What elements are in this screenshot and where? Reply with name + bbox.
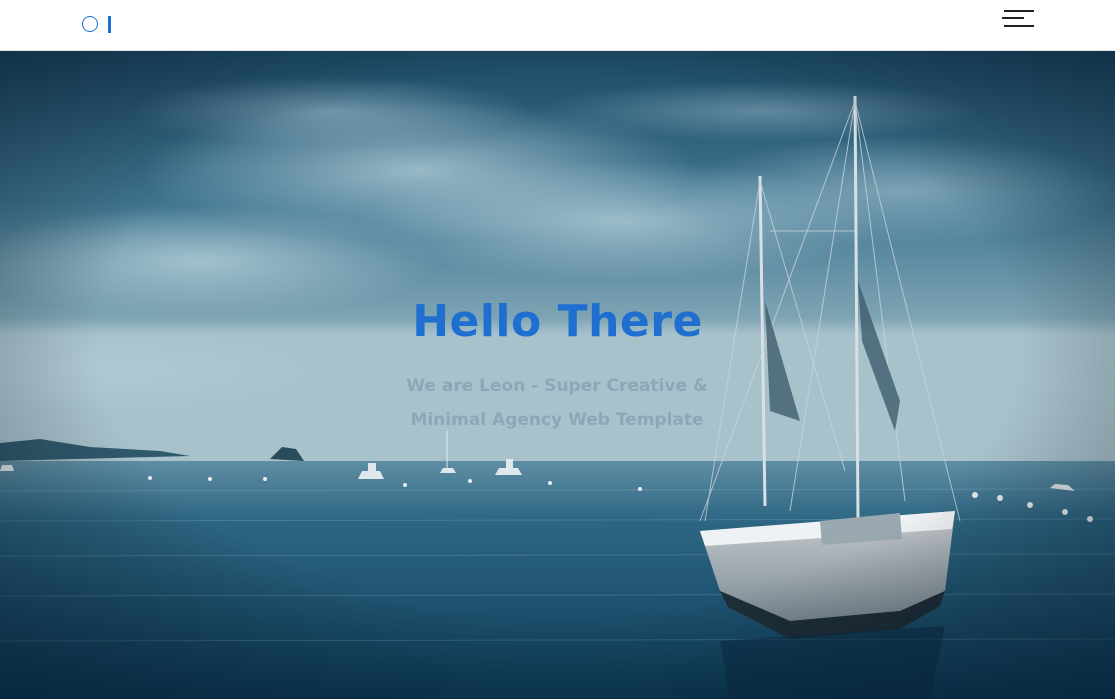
hero-title: Hello There: [412, 296, 703, 347]
hero-subtitle-line: We are Leon - Super Creative &: [406, 376, 708, 396]
menu-line: [1004, 25, 1034, 27]
hero-section: Hello There We are Leon - Super Creative…: [0, 51, 1115, 699]
hero-subtitle: We are Leon - Super Creative & Minimal A…: [357, 369, 757, 437]
hero-subtitle-line: Minimal Agency Web Template: [410, 410, 704, 430]
circle-logo-icon: [82, 16, 98, 32]
logo[interactable]: [82, 15, 122, 35]
menu-line: [1004, 10, 1034, 12]
site-header: [0, 0, 1115, 51]
hamburger-menu-icon[interactable]: [1002, 10, 1034, 28]
menu-line: [1002, 17, 1024, 19]
logo-bar: [108, 16, 111, 33]
